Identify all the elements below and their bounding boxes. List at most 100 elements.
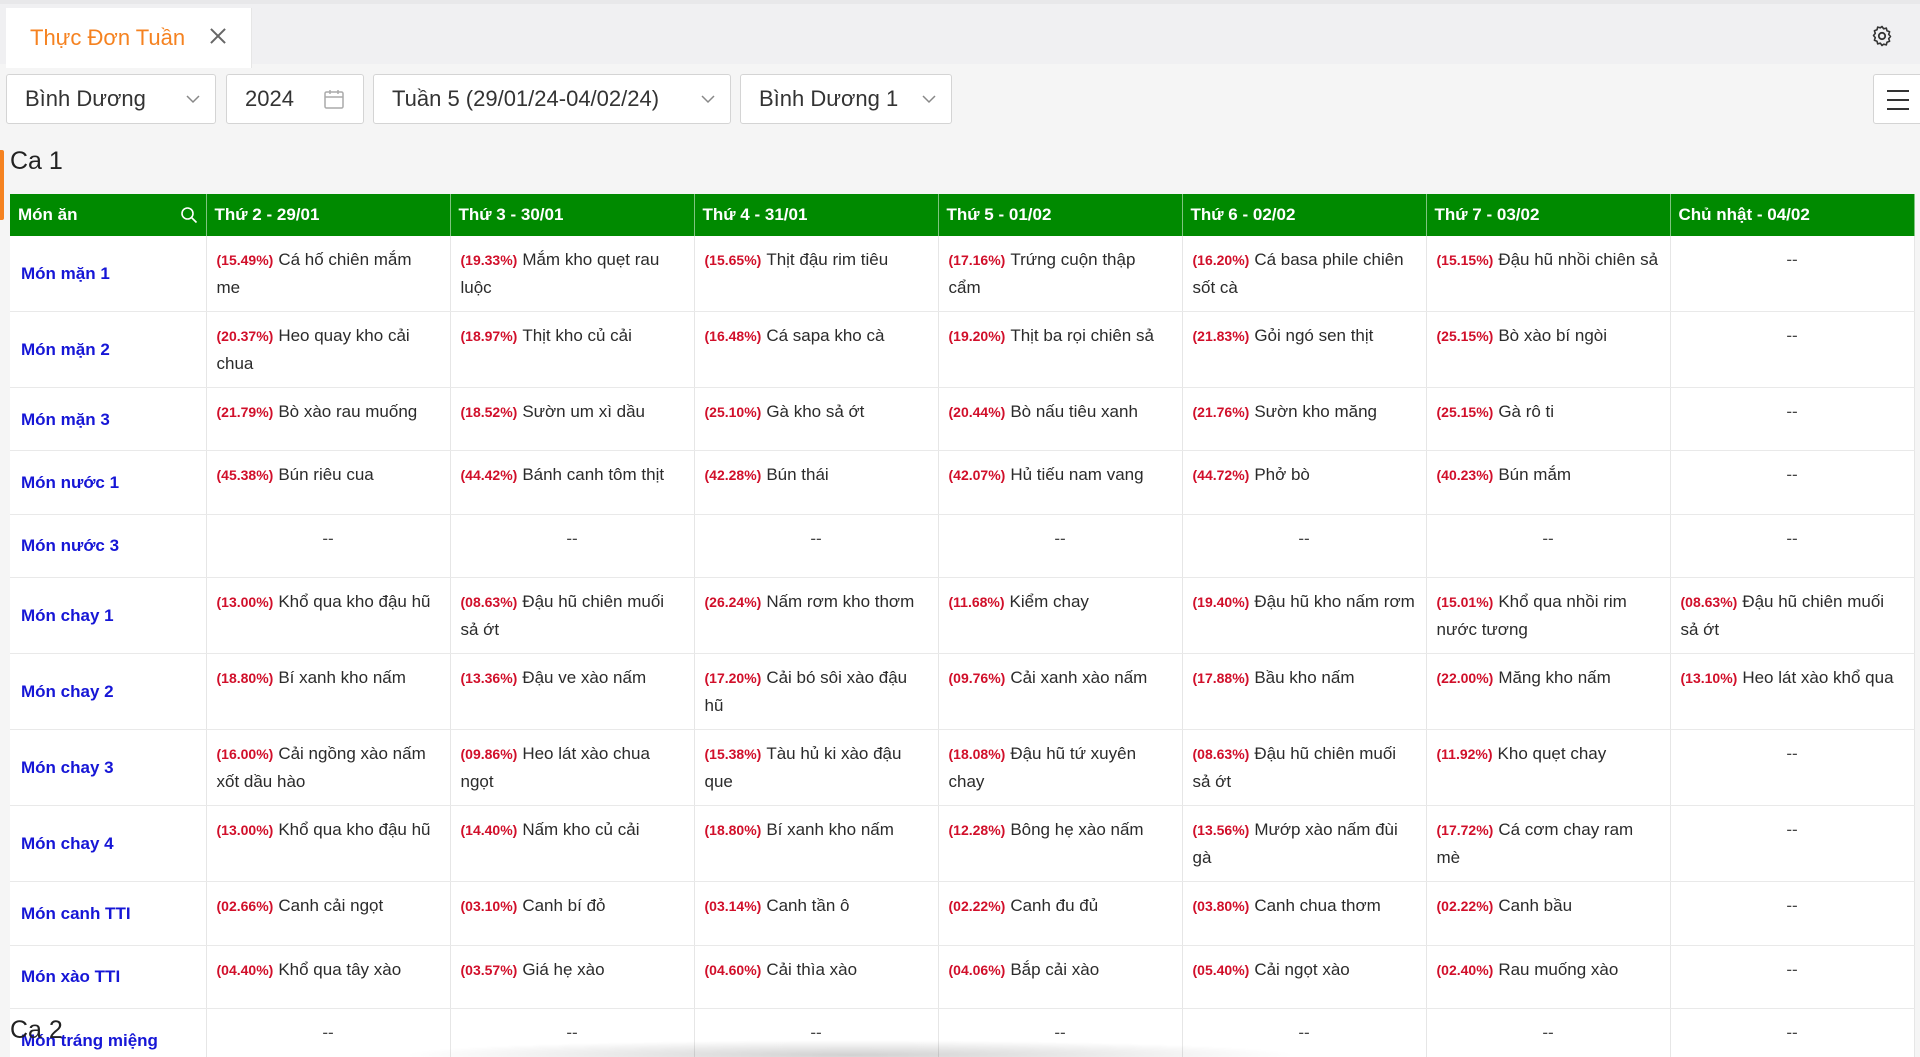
tab-label: Thực Đơn Tuần (30, 25, 186, 50)
menu-cell[interactable]: (40.23%) Bún mắm (1426, 450, 1671, 515)
menu-cell[interactable]: (16.48%) Cá sapa kho cà (694, 311, 939, 388)
menu-cell[interactable]: (18.80%) Bí xanh kho nấm (206, 653, 451, 731)
menu-cell-empty[interactable]: -- (450, 514, 695, 579)
menu-cell-empty[interactable]: -- (1670, 805, 1915, 883)
menu-cell[interactable]: (12.28%) Bông hẹ xào nấm (938, 805, 1183, 883)
menu-cell[interactable]: (17.16%) Trứng cuộn thập cẩm (938, 236, 1183, 312)
menu-cell[interactable]: (21.79%) Bò xào rau muống (206, 387, 451, 452)
menu-cell[interactable]: (19.33%) Mắm kho quẹt rau luộc (450, 236, 695, 312)
menu-cell[interactable]: (18.08%) Đậu hũ tứ xuyên chay (938, 729, 1183, 807)
menu-cell[interactable]: (16.20%) Cá basa phile chiên sốt cà (1182, 236, 1427, 312)
menu-cell[interactable]: (25.15%) Gà rô ti (1426, 387, 1671, 452)
menu-cell[interactable]: (11.92%) Kho quẹt chay (1426, 729, 1671, 807)
menu-cell[interactable]: (13.36%) Đậu ve xào nấm (450, 653, 695, 731)
menu-cell[interactable]: (11.68%) Kiểm chay (938, 577, 1183, 655)
menu-cell-empty[interactable]: -- (1670, 881, 1915, 946)
menu-cell[interactable]: (09.76%) Cải xanh xào nấm (938, 653, 1183, 731)
year-value: 2024 (245, 86, 294, 111)
menu-cell-empty[interactable]: -- (1670, 1008, 1915, 1057)
cost-percent: (02.22%) (1436, 898, 1494, 915)
menu-cell-empty[interactable]: -- (694, 514, 939, 579)
menu-cell-empty[interactable]: -- (1426, 1008, 1671, 1057)
menu-cell[interactable]: (15.38%) Tàu hủ ki xào đậu que (694, 729, 939, 807)
region-select[interactable]: Bình Dương (6, 74, 216, 124)
menu-cell[interactable]: (19.40%) Đậu hũ kho nấm rơm (1182, 577, 1427, 655)
menu-cell-empty[interactable]: -- (1670, 729, 1915, 807)
menu-cell[interactable]: (05.40%) Cải ngọt xào (1182, 945, 1427, 1009)
menu-cell[interactable]: (20.44%) Bò nấu tiêu xanh (938, 387, 1183, 452)
menu-cell[interactable]: (42.07%) Hủ tiếu nam vang (938, 450, 1183, 515)
table-body: Món mặn 1 (15.49%) Cá hố chiên mắm me (19.3… (10, 236, 1915, 1057)
menu-cell-empty[interactable]: -- (938, 514, 1183, 579)
menu-cell[interactable]: (21.76%) Sườn kho măng (1182, 387, 1427, 452)
menu-cell[interactable]: (44.42%) Bánh canh tôm thịt (450, 450, 695, 515)
menu-cell[interactable]: (22.00%) Măng kho nấm (1426, 653, 1671, 731)
dish-name: Cải xanh xào nấm (1010, 668, 1148, 688)
menu-cell[interactable]: (42.28%) Bún thái (694, 450, 939, 515)
dish-name: Khổ qua kho đậu hũ (278, 592, 431, 612)
menu-cell[interactable]: (02.22%) Canh bầu (1426, 881, 1671, 946)
menu-cell[interactable]: (15.15%) Đậu hũ nhồi chiên sả (1426, 236, 1671, 312)
menu-cell[interactable]: (03.14%) Canh tần ô (694, 881, 939, 946)
close-icon[interactable] (206, 24, 230, 48)
menu-cell[interactable]: (25.10%) Gà kho sả ớt (694, 387, 939, 452)
menu-cell[interactable]: (08.63%) Đậu hũ chiên muối sả ớt (1670, 577, 1915, 655)
menu-cell[interactable]: (15.01%) Khổ qua nhồi rim nước tương (1426, 577, 1671, 655)
menu-cell-empty[interactable]: -- (1670, 450, 1915, 515)
menu-cell[interactable]: (19.20%) Thịt ba rọi chiên sả (938, 311, 1183, 388)
menu-cell[interactable]: (02.40%) Rau muống xào (1426, 945, 1671, 1009)
menu-cell[interactable]: (26.24%) Nấm rơm kho thơm (694, 577, 939, 655)
tab-weekly-menu[interactable]: Thực Đơn Tuần (6, 8, 252, 68)
menu-cell[interactable]: (03.80%) Canh chua thơm (1182, 881, 1427, 946)
menu-cell[interactable]: (03.57%) Giá hẹ xào (450, 945, 695, 1009)
menu-cell[interactable]: (02.66%) Canh cải ngọt (206, 881, 451, 946)
menu-cell-empty[interactable]: -- (1670, 311, 1915, 388)
menu-cell[interactable]: (09.86%) Heo lát xào chua ngọt (450, 729, 695, 807)
menu-cell[interactable]: (14.40%) Nấm kho củ cải (450, 805, 695, 883)
week-select[interactable]: Tuần 5 (29/01/24-04/02/24) (373, 74, 731, 124)
menu-cell[interactable]: (16.00%) Cải ngồng xào nấm xốt dầu hào (206, 729, 451, 807)
menu-cell[interactable]: (13.00%) Khổ qua kho đậu hũ (206, 577, 451, 655)
menu-cell[interactable]: (03.10%) Canh bí đỏ (450, 881, 695, 946)
menu-cell[interactable]: (17.88%) Bầu kho nấm (1182, 653, 1427, 731)
menu-cell[interactable]: (45.38%) Bún riêu cua (206, 450, 451, 515)
kitchen-select[interactable]: Bình Dương 1 (740, 74, 952, 124)
menu-cell-empty[interactable]: -- (1670, 236, 1915, 312)
menu-cell-empty[interactable]: -- (1670, 387, 1915, 452)
menu-button[interactable] (1873, 74, 1920, 124)
menu-cell[interactable]: (21.83%) Gỏi ngó sen thịt (1182, 311, 1427, 388)
menu-cell[interactable]: (20.37%) Heo quay kho cải chua (206, 311, 451, 388)
menu-cell[interactable]: (08.63%) Đậu hũ chiên muối sả ớt (450, 577, 695, 655)
search-icon[interactable] (180, 206, 198, 224)
menu-cell[interactable]: (17.20%) Cải bó sôi xào đậu hũ (694, 653, 939, 731)
cost-percent: (44.72%) (1192, 467, 1250, 484)
cost-percent: (15.15%) (1436, 252, 1494, 268)
menu-cell[interactable]: (04.60%) Cải thìa xào (694, 945, 939, 1009)
menu-cell[interactable]: (02.22%) Canh đu đủ (938, 881, 1183, 946)
menu-cell[interactable]: (18.80%) Bí xanh kho nấm (694, 805, 939, 883)
year-picker[interactable]: 2024 (226, 74, 364, 124)
cost-percent: (22.00%) (1436, 670, 1494, 687)
menu-cell-empty[interactable]: -- (206, 514, 451, 579)
menu-cell-empty[interactable]: -- (1670, 514, 1915, 579)
dish-name: Bò xào rau muống (278, 402, 418, 421)
menu-cell[interactable]: (04.06%) Bắp cải xào (938, 945, 1183, 1009)
menu-cell[interactable]: (15.65%) Thịt đậu rim tiêu (694, 236, 939, 312)
menu-cell-empty[interactable]: -- (1426, 514, 1671, 579)
menu-cell[interactable]: (17.72%) Cá cơm chay ram mè (1426, 805, 1671, 883)
gear-icon[interactable] (1870, 24, 1894, 48)
menu-cell[interactable]: (13.56%) Mướp xào nấm đùi gà (1182, 805, 1427, 883)
menu-cell[interactable]: (18.97%) Thịt kho củ cải (450, 311, 695, 388)
menu-cell[interactable]: (15.49%) Cá hố chiên mắm me (206, 236, 451, 312)
menu-cell-empty[interactable]: -- (1182, 514, 1427, 579)
menu-cell[interactable]: (25.15%) Bò xào bí ngòi (1426, 311, 1671, 388)
menu-cell[interactable]: (04.40%) Khổ qua tây xào (206, 945, 451, 1009)
menu-cell[interactable]: (13.10%) Heo lát xào khổ qua (1670, 653, 1915, 731)
menu-cell-empty[interactable]: -- (1670, 945, 1915, 1009)
menu-cell[interactable]: (08.63%) Đậu hũ chiên muối sả ớt (1182, 729, 1427, 807)
cost-percent: (09.76%) (948, 670, 1006, 687)
menu-cell[interactable]: (18.52%) Sườn um xì dầu (450, 387, 695, 452)
menu-cell[interactable]: (13.00%) Khổ qua kho đậu hũ (206, 805, 451, 883)
chevron-down-icon (701, 95, 715, 104)
menu-cell[interactable]: (44.72%) Phở bò (1182, 450, 1427, 515)
